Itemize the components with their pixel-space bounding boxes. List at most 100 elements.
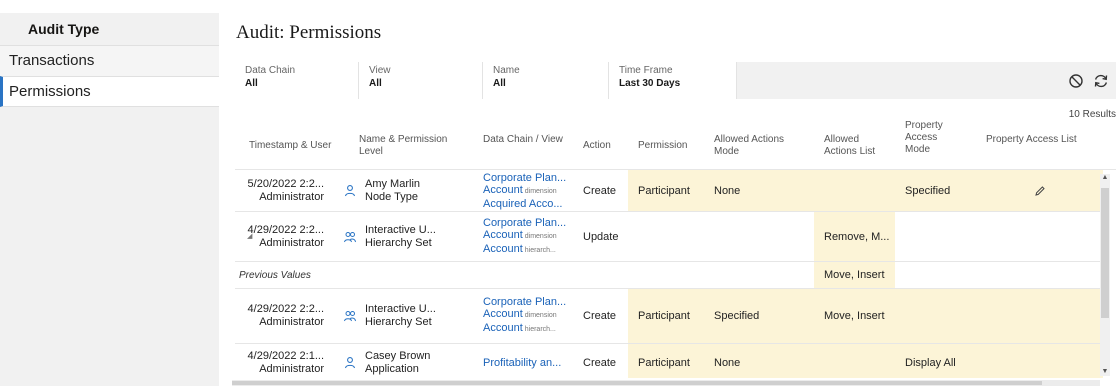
col-action[interactable]: Action [583,140,611,152]
timestamp-user-cell: 5/20/2022 2:2... Administrator [235,170,324,211]
col-name-permission-level[interactable]: Name & Permission Level [359,134,469,158]
permission-level: Application [365,362,419,375]
allowed-actions-list-cell: Move, Insert [814,289,895,343]
col-data-chain-view[interactable]: Data Chain / View [483,134,563,146]
col-allowed-actions-list[interactable]: Allowed Actions List [824,134,894,158]
data-chain-cell[interactable]: Corporate Plan... Account dimension Accou… [483,289,573,343]
timestamp: 4/29/2022 2:2... [247,303,324,315]
user-icon [344,356,356,368]
property-access-list-cell [976,170,1103,211]
timestamp-user-cell: 4/29/2022 2:2... Administrator [235,289,324,343]
table-body: 5/20/2022 2:2... Administrator Amy Marli… [235,170,1103,378]
allowed-actions-list-cell [814,170,895,211]
chain-type: dimension [524,187,557,195]
previous-values-label: Previous Values [239,269,311,281]
entity-name: Amy Marlin [365,177,421,190]
audit-type-sidebar: Audit Type Transactions Permissions [0,13,219,386]
vertical-scrollbar[interactable]: ▲ ▼ [1100,174,1110,376]
name-level-cell: Casey Brown Application [343,344,473,378]
filter-label: Time Frame [619,65,673,76]
chain-link[interactable]: Corporate Plan... [483,296,566,308]
entity-name: Casey Brown [365,349,431,362]
chain-link[interactable]: Account [483,229,523,241]
allowed-actions-mode-cell: None [704,344,814,378]
table-row[interactable]: 4/29/2022 2:1... Administrator Casey Bro… [235,344,1103,378]
timestamp: 5/20/2022 2:2... [247,177,324,190]
main-panel: Audit: Permissions Data Chain All View A… [219,13,1116,386]
timestamp-user-cell: 4/29/2022 2:1... Administrator [235,344,324,378]
chain-link[interactable]: Corporate Plan... [483,217,566,229]
name-level-cell: Amy Marlin Node Type [343,170,473,211]
data-chain-cell[interactable]: Profitability an... [483,344,573,378]
filter-view[interactable]: View All [359,62,483,99]
timestamp-user-cell: 4/29/2022 2:2... Administrator [235,212,324,261]
filter-time-frame[interactable]: Time Frame Last 30 Days [609,62,737,99]
scroll-down-icon[interactable]: ▼ [1101,368,1109,376]
col-timestamp-user[interactable]: Timestamp & User [249,140,331,152]
data-chain-cell[interactable]: Corporate Plan... Account dimension Accou… [483,212,573,261]
timestamp: 4/29/2022 2:2... [247,223,324,236]
chain-type: dimension [524,232,557,240]
filter-name[interactable]: Name All [483,62,609,99]
filter-data-chain[interactable]: Data Chain All [235,62,359,99]
filter-value: Last 30 Days [619,78,681,89]
data-chain-cell[interactable]: Corporate Plan... Account dimension Acqui… [483,170,573,211]
col-property-access-mode[interactable]: Property Access Mode [905,120,965,156]
chain-link[interactable]: Account [483,243,523,255]
table-row[interactable]: 4/29/2022 2:2... Administrator Interacti… [235,289,1103,344]
chain-type: hierarch... [524,246,556,254]
sidebar-item-transactions[interactable]: Transactions [0,45,219,76]
entity-name: Interactive U... [365,223,436,236]
chain-link[interactable]: Acquired Acco... [483,198,563,210]
chain-type: hierarch... [524,326,556,333]
user-icon [344,184,356,196]
action-cell: Create [583,310,617,322]
permission-cell: Participant [628,170,704,211]
filter-value: All [369,78,382,89]
chain-link[interactable]: Account [483,322,523,334]
table-header: Timestamp & User Name & Permission Level… [235,120,1116,170]
reset-icon[interactable] [1067,72,1085,90]
chain-type: dimension [524,312,557,319]
group-icon [344,311,356,322]
col-permission[interactable]: Permission [638,140,687,152]
filter-bar: Data Chain All View All Name All Time Fr… [235,62,1116,99]
action-cell: Create [583,184,617,197]
chain-link[interactable]: Account [483,184,523,196]
allowed-actions-mode-cell: None [704,170,814,211]
group-icon [344,231,356,242]
name-level-cell: Interactive U... Hierarchy Set [343,212,473,261]
edit-pencil-icon[interactable] [1034,185,1046,197]
user: Administrator [259,190,324,203]
permission-cell: Participant [628,344,704,378]
permission-cell: Participant [628,289,704,343]
action-cell: Create [583,356,617,369]
name-level-cell: Interactive U... Hierarchy Set [343,289,473,343]
sidebar-heading: Audit Type [28,21,100,37]
chain-link[interactable]: Corporate Plan... [483,172,566,184]
previous-values-row: Previous Values Move, Insert [235,262,1103,289]
property-access-cell [895,289,1103,343]
allowed-actions-mode-cell: Specified [704,289,814,343]
chain-link[interactable]: Account [483,308,523,320]
filter-label: Data Chain [245,65,296,76]
vertical-scroll-thumb[interactable] [1101,188,1109,318]
chain-link[interactable]: Profitability an... [483,357,561,369]
user: Administrator [259,316,324,328]
property-access-mode-cell: Specified [895,170,976,211]
table-row[interactable]: 5/20/2022 2:2... Administrator Amy Marli… [235,170,1103,212]
refresh-icon[interactable] [1092,72,1110,90]
scroll-up-icon[interactable]: ▲ [1101,174,1109,182]
sidebar-item-permissions[interactable]: Permissions [0,76,219,107]
horizontal-scroll-thumb[interactable] [232,381,1042,385]
col-property-access-list[interactable]: Property Access List [986,134,1077,146]
horizontal-scrollbar[interactable] [232,380,1100,386]
permission-level: Node Type [365,190,419,203]
table-row[interactable]: ◢ 4/29/2022 2:2... Administrator Interac… [235,212,1103,262]
permission-level: Hierarchy Set [365,236,432,249]
col-allowed-actions-mode[interactable]: Allowed Actions Mode [714,134,804,158]
filter-label: View [369,65,391,76]
user: Administrator [259,236,324,249]
action-cell: Update [583,230,619,243]
filter-value: All [493,78,506,89]
